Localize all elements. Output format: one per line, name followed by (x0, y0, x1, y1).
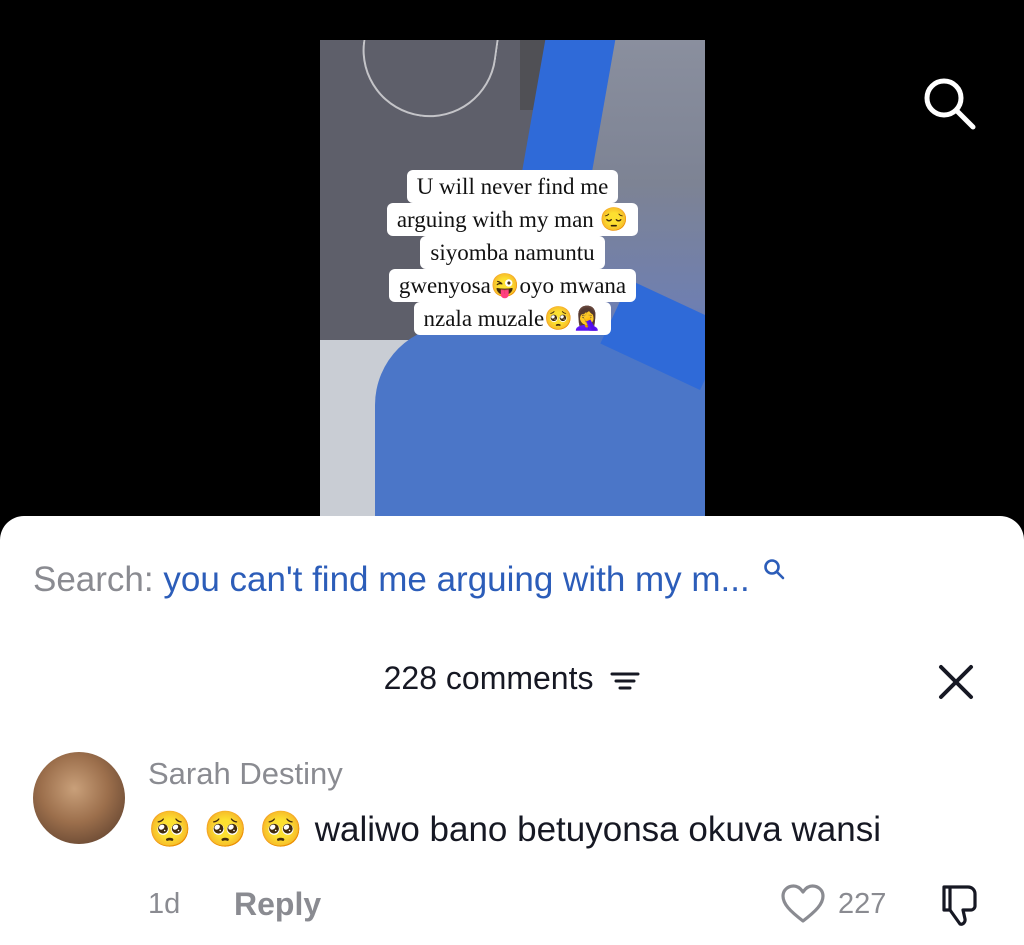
pleading-face-emoji: 🥺 (148, 810, 192, 850)
pleading-face-emoji: 🥺 (203, 810, 248, 850)
caption-line: siyomba namuntu (420, 236, 605, 269)
caption-line: arguing with my man 😔 (386, 203, 639, 236)
search-label: Search: (33, 560, 154, 599)
sort-icon[interactable] (610, 669, 640, 693)
search-query[interactable]: you can't find me arguing with my m... (163, 560, 749, 599)
video-area[interactable]: U will never find me arguing with my man… (0, 0, 1024, 540)
search-icon (764, 559, 785, 580)
avatar[interactable] (33, 752, 125, 844)
heart-icon[interactable] (780, 883, 826, 925)
dislike-icon[interactable] (936, 882, 982, 928)
close-icon[interactable] (936, 662, 976, 702)
comments-count: 228 comments (383, 660, 594, 696)
comment-body: waliwo bano betuyonsa okuva wansi (314, 809, 881, 849)
comment-username[interactable]: Sarah Destiny (148, 756, 343, 792)
comments-sheet: Search: you can't find me arguing with m… (0, 516, 1024, 945)
caption-line: U will never find me (406, 170, 619, 203)
related-search[interactable]: Search: you can't find me arguing with m… (33, 559, 785, 600)
comments-count-row: 228 comments (0, 660, 1024, 697)
like-count: 227 (838, 888, 887, 920)
caption-line: nzala muzale🥺🤦‍♀️ (413, 302, 612, 335)
pleading-face-emoji: 🥺 (259, 810, 303, 850)
video-caption: U will never find me arguing with my man… (320, 170, 705, 335)
reply-button[interactable]: Reply (234, 886, 321, 923)
comment-text: 🥺 🥺 🥺 waliwo bano betuyonsa okuva wansi (148, 808, 881, 850)
comment-time: 1d (148, 888, 181, 920)
search-icon[interactable] (918, 72, 978, 132)
caption-line: gwenyosa😜oyo mwana (388, 269, 637, 302)
